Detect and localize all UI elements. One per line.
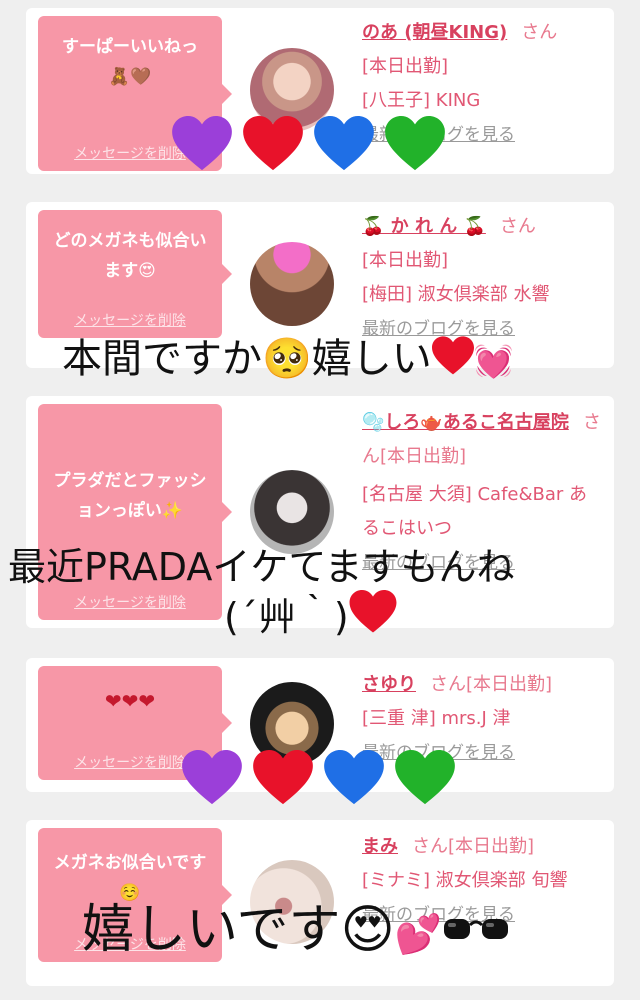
overlay-caption: 本間ですか🥺嬉しい 💓 — [62, 336, 514, 379]
caption-text: 嬉しいです😍 — [82, 900, 395, 960]
sparkling-heart-icon: 💓 — [473, 342, 514, 380]
blue-heart-icon — [324, 750, 385, 806]
sparkling-heart-icon: 💕 — [394, 912, 442, 956]
profile-name-link[interactable]: まみ — [362, 836, 398, 857]
honorific: さん[本日出勤] — [412, 836, 535, 857]
green-heart-icon — [395, 750, 456, 806]
honorific: さん[本日出勤] — [430, 674, 553, 695]
status-text: [本日出勤] — [362, 250, 449, 271]
green-heart-icon — [385, 116, 446, 172]
overlay-caption: (´艸｀) — [224, 590, 397, 636]
shop-text: [三重 津] mrs.J 津 — [362, 708, 511, 729]
message-text: メガネお似合いです☺️ — [53, 853, 207, 903]
delete-message-link[interactable]: メッセージを削除 — [38, 312, 222, 330]
message-text: すーぱーいいねっ — [62, 37, 198, 57]
shop-text: [ミナミ] 淑女倶楽部 旬響 — [362, 870, 568, 891]
sunglasses-icon — [442, 900, 510, 939]
shop-text: [梅田] 淑女倶楽部 水響 — [362, 284, 550, 305]
profile-name-link[interactable]: のあ (朝昼KING) — [362, 22, 507, 43]
profile-name-link[interactable]: 🍒 か れ ん 🍒 — [362, 216, 486, 237]
profile-info: 🍒 か れ ん 🍒 さん [本日出勤] [梅田] 淑女倶楽部 水響 最新のブログを… — [362, 210, 602, 346]
heart-row — [172, 116, 451, 176]
blue-heart-icon — [314, 116, 375, 172]
message-emoji: 🧸🤎 — [108, 67, 152, 87]
overlay-caption: 嬉しいです😍💕 — [82, 900, 510, 956]
shop-text: [八王子] KING — [362, 90, 481, 111]
shop-text: [名古屋 大須] Cafe&Bar あるこはいつ — [362, 484, 588, 539]
caption-text: 本間ですか🥺嬉しい — [62, 336, 432, 382]
heart-row — [182, 750, 461, 810]
caption-text: (´艸｀) — [224, 595, 349, 639]
overlay-caption: 最近PRADAイケてますもんね — [8, 548, 514, 586]
message-bubble: どのメガネも似合います😍 メッセージを削除 — [38, 210, 232, 338]
profile-name-link[interactable]: さゆり — [362, 674, 416, 695]
red-heart-icon — [349, 590, 397, 634]
honorific: さん — [499, 216, 536, 237]
message-text: プラダだとファッションっぽい✨ — [53, 471, 207, 521]
red-heart-icon — [431, 336, 474, 376]
message-text: どのメガネも似合います😍 — [53, 231, 207, 281]
purple-heart-icon — [172, 116, 232, 172]
message-text: ❤❤❤ — [104, 689, 156, 713]
red-heart-icon — [243, 116, 303, 172]
red-heart-icon — [253, 750, 313, 806]
profile-name-link[interactable]: 🫧しろ🫖あるこ名古屋院 — [362, 412, 569, 433]
delete-message-link[interactable]: メッセージを削除 — [38, 594, 222, 612]
avatar[interactable] — [250, 242, 334, 326]
purple-heart-icon — [182, 750, 242, 806]
honorific: さん — [521, 22, 558, 43]
status-text: [本日出勤] — [362, 56, 449, 77]
caption-text: 最近PRADAイケてますもんね — [8, 545, 515, 589]
avatar[interactable] — [250, 470, 334, 554]
